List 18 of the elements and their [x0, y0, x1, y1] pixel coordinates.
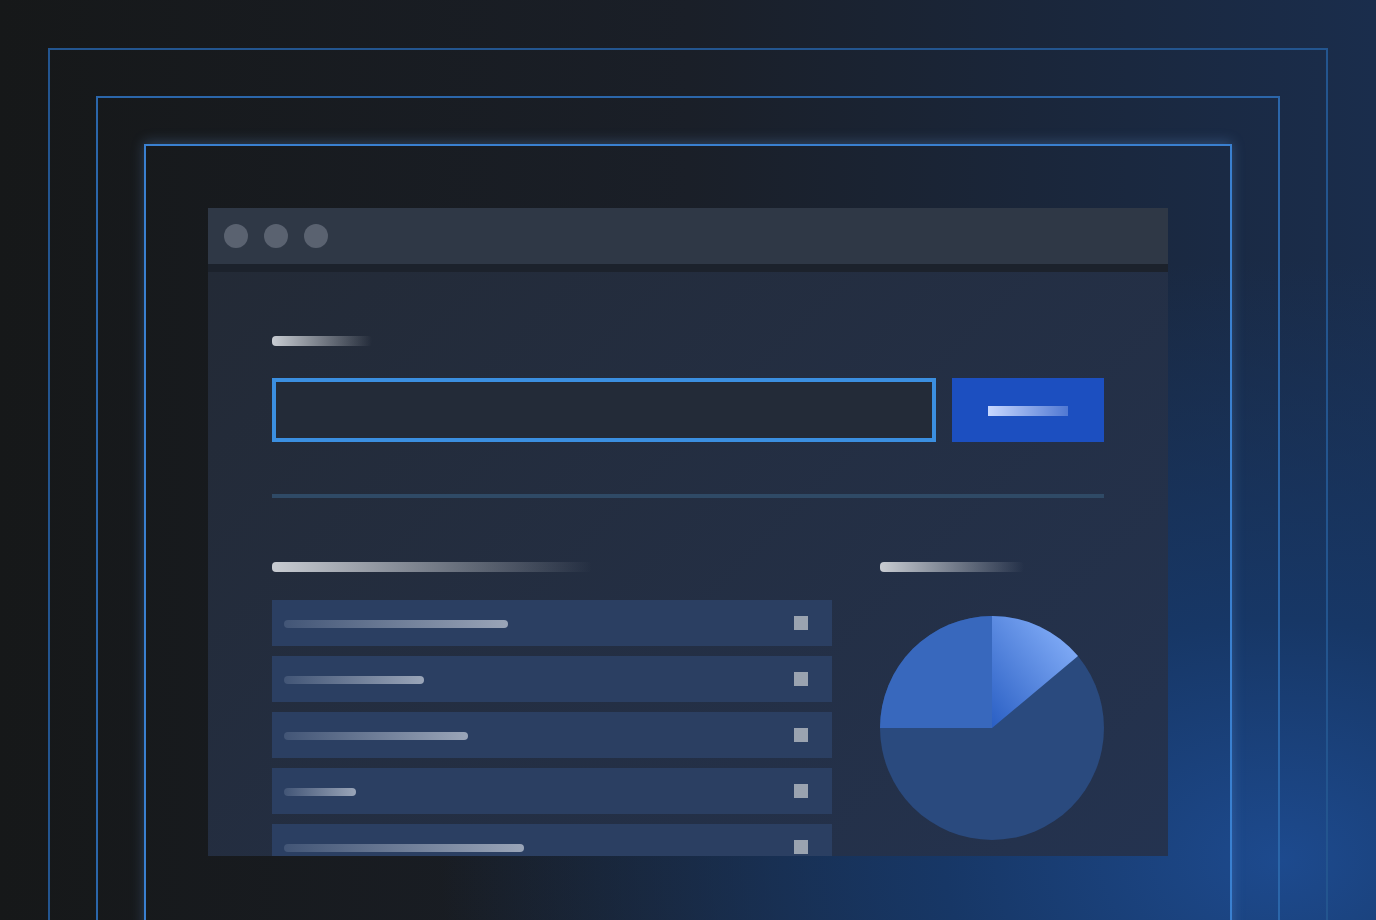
square-icon	[794, 728, 808, 742]
text-placeholder-line	[284, 675, 424, 683]
square-icon	[794, 840, 808, 854]
input-field[interactable]	[272, 378, 936, 442]
window-control-dot[interactable]	[224, 224, 248, 248]
text-placeholder-line	[272, 336, 372, 346]
list-row[interactable]	[272, 712, 832, 758]
list-row[interactable]	[272, 656, 832, 702]
list-row[interactable]	[272, 768, 832, 814]
list-row[interactable]	[272, 600, 832, 646]
square-icon	[794, 672, 808, 686]
text-placeholder-line	[880, 562, 1024, 572]
square-icon	[794, 616, 808, 630]
search-button[interactable]	[952, 378, 1104, 442]
window-control-dot[interactable]	[304, 224, 328, 248]
square-icon	[794, 784, 808, 798]
window-control-dot[interactable]	[264, 224, 288, 248]
text-placeholder-line	[284, 787, 356, 795]
